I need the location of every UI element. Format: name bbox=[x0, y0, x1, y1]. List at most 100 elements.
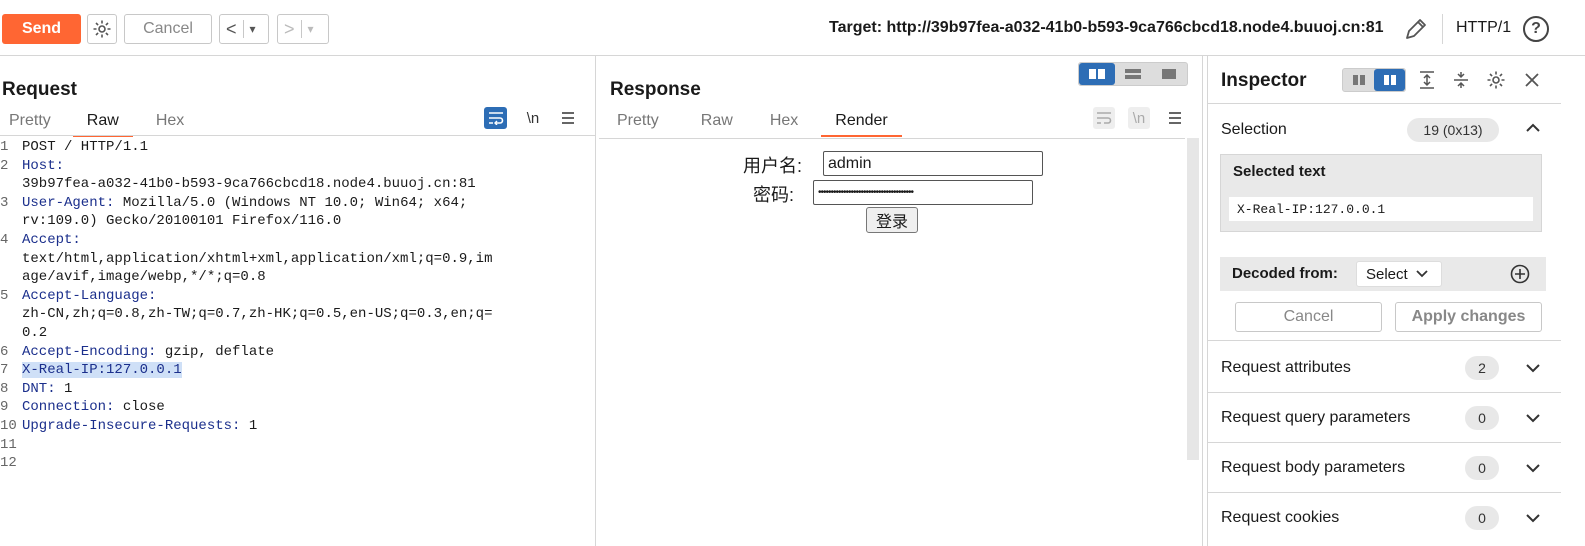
request-editor[interactable]: 1 POST / HTTP/1.1 2 Host: 39b97fea-a032-41b0… bbox=[0, 138, 595, 473]
header-name: Connection: bbox=[22, 399, 115, 416]
help-icon[interactable]: ? bbox=[1523, 16, 1549, 42]
line-content: Host: bbox=[22, 157, 595, 176]
section-label: Request attributes bbox=[1221, 359, 1351, 376]
header-value: 1 bbox=[240, 417, 258, 434]
layout-icon[interactable] bbox=[1374, 69, 1405, 91]
show-newlines-button[interactable]: \n bbox=[522, 107, 544, 129]
inspector-layout-toggle[interactable] bbox=[1342, 68, 1406, 92]
selected-text-label: Selected text bbox=[1233, 163, 1326, 180]
show-newlines-button[interactable]: \n bbox=[1128, 107, 1150, 129]
settings-button[interactable] bbox=[87, 14, 117, 44]
tab-raw[interactable]: Raw bbox=[701, 112, 733, 130]
forward-button[interactable]: > ▾ bbox=[277, 14, 329, 44]
decoded-from-select[interactable]: Select bbox=[1356, 261, 1442, 287]
http-version[interactable]: HTTP/1 bbox=[1456, 19, 1511, 37]
header-name: User-Agent: bbox=[22, 194, 115, 211]
chevron-down-icon[interactable] bbox=[1526, 460, 1540, 476]
request-body-parameters-section[interactable]: Request body parameters 0 bbox=[1208, 443, 1561, 493]
layout-stacked-icon[interactable] bbox=[1115, 63, 1151, 85]
inspector-settings-button[interactable] bbox=[1485, 68, 1507, 92]
line-number: 9 bbox=[0, 399, 9, 416]
chevron-down-icon[interactable] bbox=[1526, 360, 1540, 376]
username-input[interactable]: admin bbox=[823, 151, 1043, 176]
inspector-cancel-button[interactable]: Cancel bbox=[1235, 302, 1382, 332]
header-value: 39b97fea-a032-41b0-b593-9ca766cbcd18.nod… bbox=[22, 176, 476, 193]
menu-button[interactable] bbox=[558, 107, 578, 129]
plus-circle-icon bbox=[1510, 264, 1530, 284]
chevron-right-icon: > bbox=[284, 18, 295, 39]
request-line: zh-CN,zh;q=0.8,zh-TW;q=0.7,zh-HK;q=0.5,e… bbox=[0, 305, 595, 324]
back-button[interactable]: < ▾ bbox=[219, 14, 269, 44]
chevron-down-icon[interactable] bbox=[1526, 410, 1540, 426]
add-decoding-button[interactable] bbox=[1510, 264, 1530, 289]
line-content: 39b97fea-a032-41b0-b593-9ca766cbcd18.nod… bbox=[22, 175, 595, 194]
line-content: DNT: 1 bbox=[22, 380, 595, 399]
pencil-icon bbox=[1406, 19, 1426, 39]
tab-hex[interactable]: Hex bbox=[156, 112, 184, 130]
line-content: age/avif,image/webp,*/*;q=0.8 bbox=[22, 268, 595, 287]
line-number bbox=[0, 212, 22, 231]
password-input[interactable]: •••••••••••••••••••••••••••••••••••••• bbox=[813, 180, 1033, 205]
request-title: Request bbox=[2, 79, 77, 100]
line-content: Connection: close bbox=[22, 398, 595, 417]
header-name: Host: bbox=[22, 157, 65, 174]
line-number: 11 bbox=[0, 436, 17, 453]
word-wrap-button[interactable] bbox=[484, 107, 507, 129]
close-inspector-button[interactable] bbox=[1521, 68, 1543, 92]
chevron-down-icon[interactable] bbox=[1526, 510, 1540, 526]
cancel-button[interactable]: Cancel bbox=[124, 14, 212, 44]
line-content: Accept: bbox=[22, 231, 595, 250]
chevron-up-icon[interactable] bbox=[1526, 120, 1540, 136]
section-count: 0 bbox=[1465, 406, 1499, 430]
line-content: User-Agent: Mozilla/5.0 (Windows NT 10.0… bbox=[22, 194, 595, 213]
header-name: DNT: bbox=[22, 380, 56, 397]
menu-button[interactable] bbox=[1165, 107, 1185, 129]
tab-pretty[interactable]: Pretty bbox=[617, 112, 659, 130]
word-wrap-button[interactable] bbox=[1093, 107, 1115, 129]
apply-changes-button[interactable]: Apply changes bbox=[1395, 302, 1542, 332]
tab-render[interactable]: Render bbox=[821, 112, 903, 137]
header-value: 1 bbox=[55, 380, 73, 397]
login-button[interactable]: 登录 bbox=[866, 207, 918, 233]
layout-toggle[interactable] bbox=[1078, 62, 1188, 86]
line-number: 6 bbox=[0, 343, 9, 360]
header-value: POST / HTTP/1.1 bbox=[22, 139, 149, 155]
collapse-all-button[interactable] bbox=[1450, 68, 1472, 92]
line-number: 10 bbox=[0, 417, 17, 434]
header-name: Upgrade-Insecure-Requests: bbox=[22, 417, 241, 434]
chevron-down-icon[interactable]: ▾ bbox=[302, 22, 320, 36]
line-number: 1 bbox=[0, 139, 9, 155]
header-name: Accept-Language: bbox=[22, 287, 157, 304]
request-query-parameters-section[interactable]: Request query parameters 0 bbox=[1208, 393, 1561, 443]
line-content bbox=[22, 436, 595, 455]
layout-tabs-icon[interactable] bbox=[1151, 63, 1187, 85]
chevron-down-icon[interactable]: ▾ bbox=[244, 22, 262, 36]
tab-raw[interactable]: Raw bbox=[72, 112, 133, 137]
layout-icon[interactable] bbox=[1343, 69, 1374, 91]
line-number bbox=[0, 324, 22, 343]
send-button[interactable]: Send bbox=[2, 14, 81, 44]
toolbar: Send Cancel < ▾ > ▾ Target: http://39b97fe… bbox=[0, 0, 1585, 56]
line-content bbox=[22, 454, 595, 473]
request-line: 2 Host: bbox=[0, 157, 595, 176]
edit-target-button[interactable] bbox=[1403, 16, 1429, 47]
line-content: POST / HTTP/1.1 bbox=[22, 138, 595, 157]
tab-pretty[interactable]: Pretty bbox=[9, 112, 51, 130]
selected-text-value[interactable]: X-Real-IP:127.0.0.1 bbox=[1229, 197, 1533, 221]
line-number: 12 bbox=[0, 455, 17, 472]
scrollbar[interactable] bbox=[1187, 138, 1199, 460]
response-title: Response bbox=[610, 79, 701, 100]
request-line: 39b97fea-a032-41b0-b593-9ca766cbcd18.nod… bbox=[0, 175, 595, 194]
section-count: 0 bbox=[1465, 506, 1499, 530]
expand-all-button[interactable] bbox=[1416, 68, 1438, 92]
request-line: 8 DNT: 1 bbox=[0, 380, 595, 399]
response-pane: Response Pretty Raw Hex Render \n 用户名: a… bbox=[597, 56, 1203, 546]
request-attributes-section[interactable]: Request attributes 2 bbox=[1208, 344, 1561, 393]
line-content: Upgrade-Insecure-Requests: 1 bbox=[22, 417, 595, 436]
hamburger-icon bbox=[1169, 112, 1181, 124]
tab-hex[interactable]: Hex bbox=[770, 112, 798, 130]
selection-count: 19 (0x13) bbox=[1407, 118, 1499, 142]
layout-side-by-side-icon[interactable] bbox=[1079, 63, 1115, 85]
selection-section: Selection 19 (0x13) Selected text X-Real… bbox=[1208, 104, 1561, 341]
request-cookies-section[interactable]: Request cookies 0 bbox=[1208, 493, 1561, 543]
